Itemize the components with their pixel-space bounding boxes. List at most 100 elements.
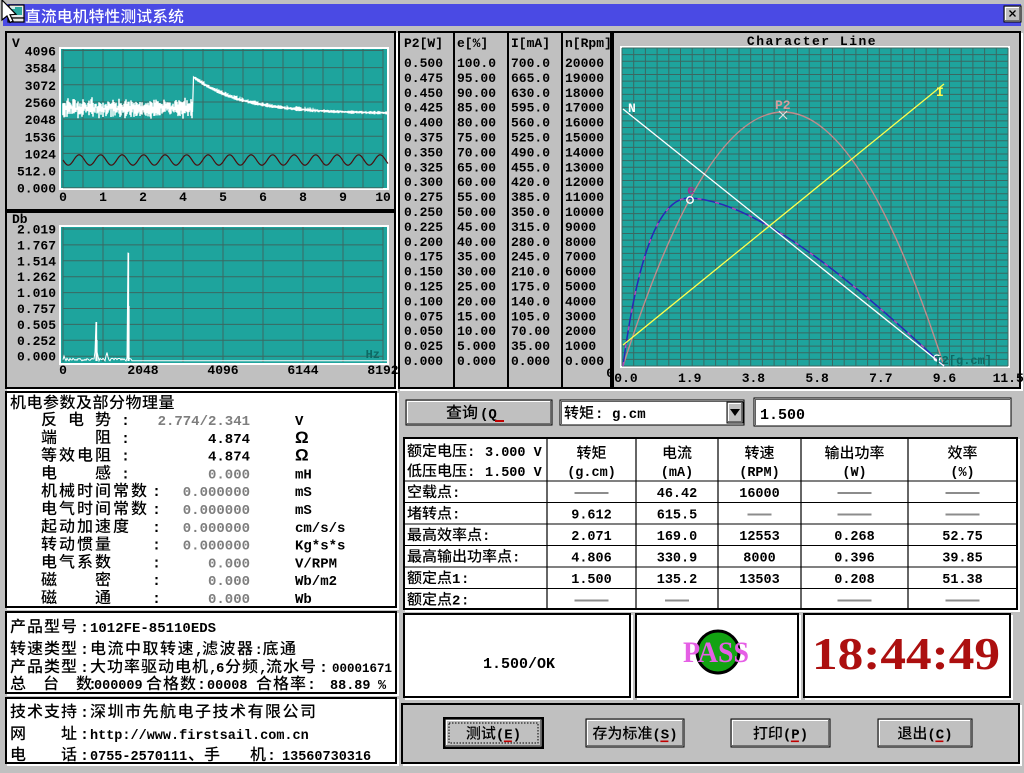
svg-text:280.0: 280.0 (511, 235, 550, 250)
svg-text:0: 0 (59, 190, 67, 205)
svg-text:13503: 13503 (739, 573, 780, 588)
svg-text:0.000000: 0.000000 (183, 521, 250, 537)
svg-text::: : (80, 705, 89, 722)
svg-text:10000: 10000 (565, 205, 604, 220)
svg-text:n[Rpm]: n[Rpm] (565, 36, 612, 51)
svg-text:0.208: 0.208 (834, 573, 875, 588)
svg-text:1.514: 1.514 (17, 254, 56, 269)
svg-text:18000: 18000 (565, 86, 604, 101)
svg-text:0.300: 0.300 (404, 175, 443, 190)
svg-text:0.125: 0.125 (404, 280, 443, 295)
svg-text:00008: 00008 (207, 679, 248, 694)
svg-text:700.0: 700.0 (511, 56, 550, 71)
svg-text:16000: 16000 (565, 116, 604, 131)
svg-text:PASS: PASS (683, 636, 749, 669)
svg-text:20.00: 20.00 (457, 294, 496, 309)
svg-text:(mA): (mA) (661, 466, 693, 481)
svg-text:Kg*s*s: Kg*s*s (295, 539, 345, 555)
svg-text:4.806: 4.806 (571, 552, 612, 567)
svg-text:0.000000: 0.000000 (183, 485, 250, 501)
svg-text:0.252: 0.252 (17, 334, 56, 349)
svg-text:1536: 1536 (25, 130, 56, 145)
svg-text:mH: mH (295, 467, 312, 483)
svg-text:45.00: 45.00 (457, 220, 496, 235)
svg-text::: : (197, 677, 206, 694)
svg-text:6: 6 (259, 190, 267, 205)
svg-text::: : (80, 748, 89, 765)
svg-text:525.0: 525.0 (511, 131, 550, 146)
svg-text:46.42: 46.42 (657, 487, 698, 502)
svg-text:315.0: 315.0 (511, 220, 550, 235)
svg-text:0.275: 0.275 (404, 190, 443, 205)
svg-text::: : (595, 407, 603, 423)
svg-text:0.025: 0.025 (404, 339, 443, 354)
svg-text:N: N (628, 101, 636, 116)
svg-text:I: I (936, 85, 944, 100)
svg-text:140.0: 140.0 (511, 294, 550, 309)
svg-text:4.874: 4.874 (208, 432, 250, 448)
svg-text:70.00: 70.00 (457, 145, 496, 160)
svg-text::: : (152, 591, 161, 608)
svg-text:2.071: 2.071 (571, 530, 612, 545)
svg-text:Ω: Ω (295, 428, 309, 447)
svg-text::: : (467, 465, 475, 481)
svg-text:0.000: 0.000 (17, 350, 56, 365)
svg-text:3000: 3000 (565, 309, 596, 324)
svg-text:0: 0 (606, 366, 614, 381)
svg-text:169.0: 169.0 (657, 530, 698, 545)
svg-text:13560730316: 13560730316 (282, 750, 371, 765)
svg-text:(W): (W) (842, 466, 866, 481)
svg-text:2: 2 (139, 190, 147, 205)
svg-text:14000: 14000 (565, 145, 604, 160)
svg-text:2560: 2560 (25, 96, 56, 111)
svg-text::: : (461, 572, 469, 588)
svg-text:0.375: 0.375 (404, 131, 443, 146)
svg-text::: : (152, 520, 161, 537)
svg-text:11000: 11000 (565, 190, 604, 205)
svg-text:0.0: 0.0 (614, 371, 638, 386)
svg-text:8000: 8000 (743, 552, 775, 567)
svg-text::: : (152, 555, 161, 572)
svg-text:385.0: 385.0 (511, 190, 550, 205)
svg-text:8: 8 (299, 190, 307, 205)
svg-text:350.0: 350.0 (511, 205, 550, 220)
svg-text:420.0: 420.0 (511, 175, 550, 190)
svg-text:25.00: 25.00 (457, 280, 496, 295)
svg-text:0.325: 0.325 (404, 160, 443, 175)
svg-text:15000: 15000 (565, 131, 604, 146)
svg-text:0.250: 0.250 (404, 205, 443, 220)
svg-text:39.85: 39.85 (942, 552, 983, 567)
svg-text:0.100: 0.100 (404, 294, 443, 309)
svg-text:330.9: 330.9 (657, 552, 698, 567)
svg-text::: : (319, 660, 328, 677)
svg-text:55.00: 55.00 (457, 190, 496, 205)
svg-text:0.500: 0.500 (404, 56, 443, 71)
svg-text:0.505: 0.505 (17, 318, 56, 333)
svg-text:51.38: 51.38 (942, 573, 983, 588)
svg-text:g.cm: g.cm (612, 407, 646, 423)
svg-text:19000: 19000 (565, 71, 604, 86)
svg-text:mS: mS (295, 503, 312, 519)
svg-text:0.000: 0.000 (208, 574, 250, 590)
svg-text:0.757: 0.757 (17, 302, 56, 317)
svg-text::: : (452, 486, 460, 502)
svg-text::: : (152, 502, 161, 519)
svg-text:1000: 1000 (565, 339, 596, 354)
svg-text:e[%]: e[%] (457, 36, 488, 51)
svg-text:50.00: 50.00 (457, 205, 496, 220)
svg-text:Wb: Wb (295, 592, 312, 608)
svg-text:0.175: 0.175 (404, 250, 443, 265)
svg-text::: : (482, 529, 490, 545)
svg-text:2048: 2048 (25, 113, 56, 128)
svg-text:20000: 20000 (565, 56, 604, 71)
svg-text:10: 10 (375, 190, 391, 205)
svg-text:4000: 4000 (565, 294, 596, 309)
svg-text::: : (121, 431, 130, 448)
svg-text:0.450: 0.450 (404, 86, 443, 101)
svg-text:Ω: Ω (295, 446, 309, 465)
svg-text:95.00: 95.00 (457, 71, 496, 86)
svg-text:595.0: 595.0 (511, 101, 550, 116)
svg-text::: : (121, 466, 130, 483)
svg-text:52.75: 52.75 (942, 530, 983, 545)
svg-text:1.767: 1.767 (17, 238, 56, 253)
